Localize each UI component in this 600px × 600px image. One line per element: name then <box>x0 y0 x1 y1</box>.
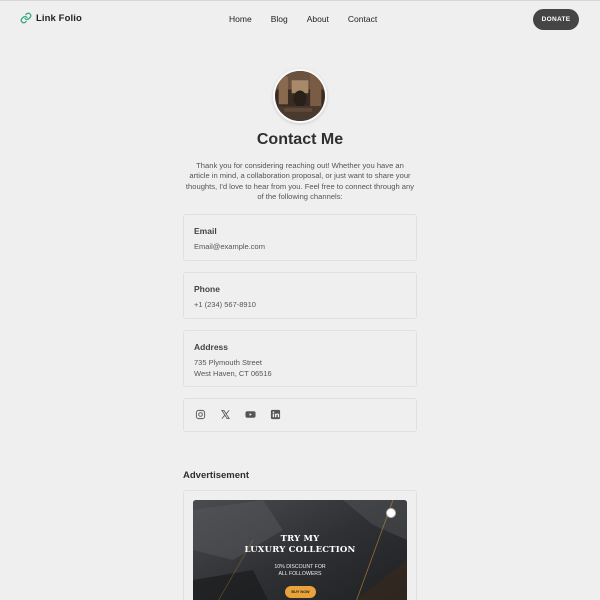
intro-text: Thank you for considering reaching out! … <box>185 161 415 202</box>
phone-value[interactable]: +1 (234) 567-8910 <box>194 299 256 310</box>
link-icon <box>20 12 32 24</box>
address-line-2: West Haven, CT 06516 <box>194 369 272 378</box>
phone-label: Phone <box>194 284 220 294</box>
ad-title-line-2: LUXURY COLLECTION <box>244 545 356 555</box>
avatar <box>273 69 327 123</box>
instagram-icon[interactable] <box>195 409 206 420</box>
address-label: Address <box>194 342 229 352</box>
avatar-photo <box>275 71 325 121</box>
ad-badge-icon <box>386 508 396 518</box>
x-icon[interactable] <box>220 409 231 420</box>
email-label: Email <box>194 226 217 236</box>
email-value[interactable]: Email@example.com <box>194 241 265 252</box>
advertisement-heading: Advertisement <box>183 470 249 481</box>
brand-name: Link Folio <box>36 12 82 24</box>
ad-buy-button[interactable]: BUY NOW <box>285 586 316 598</box>
site-header: Link Folio Home Blog About Contact DONAT… <box>0 0 600 40</box>
social-links <box>195 409 281 420</box>
linkedin-icon[interactable] <box>270 409 281 420</box>
ad-title-line-1: TRY MY <box>280 534 320 544</box>
brand-logo[interactable]: Link Folio <box>20 12 82 24</box>
nav-home[interactable]: Home <box>229 14 252 24</box>
ad-subtitle-line-1: 10% DISCOUNT FOR <box>274 564 326 570</box>
page-title: Contact Me <box>256 131 344 148</box>
email-card: Email Email@example.com <box>183 214 417 261</box>
advertisement-banner[interactable]: TRY MY LUXURY COLLECTION 10% DISCOUNT FO… <box>193 500 407 600</box>
nav-blog[interactable]: Blog <box>271 14 288 24</box>
address-card: Address 735 Plymouth Street West Haven, … <box>183 330 417 387</box>
nav-about[interactable]: About <box>307 14 329 24</box>
donate-button[interactable]: DONATE <box>533 9 579 30</box>
main-nav: Home Blog About Contact <box>229 14 377 24</box>
address-value: 735 Plymouth Street West Haven, CT 06516 <box>194 357 272 379</box>
phone-card: Phone +1 (234) 567-8910 <box>183 272 417 319</box>
youtube-icon[interactable] <box>245 409 256 420</box>
nav-contact[interactable]: Contact <box>348 14 377 24</box>
ad-subtitle-line-2: ALL FOLLOWERS <box>278 571 322 577</box>
address-line-1: 735 Plymouth Street <box>194 358 262 367</box>
social-card <box>183 398 417 432</box>
